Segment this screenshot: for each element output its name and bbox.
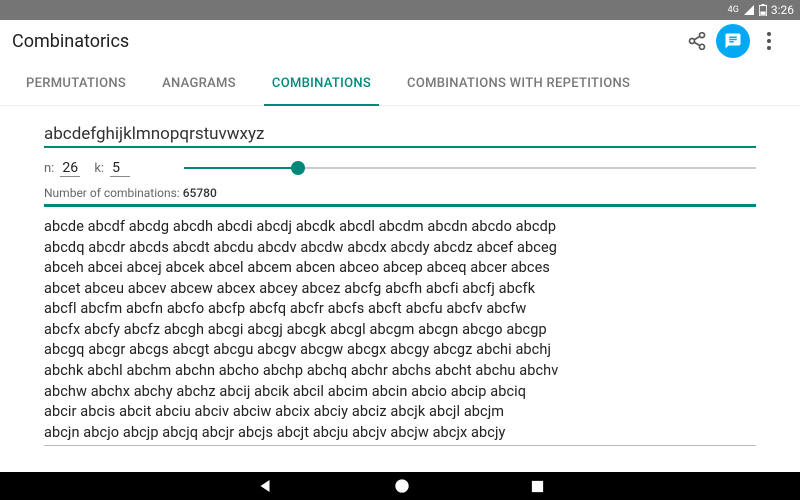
count-row: Number of combinations: 65780 xyxy=(44,186,756,207)
tab-anagrams[interactable]: ANAGRAMS xyxy=(144,62,254,106)
n-label: n: xyxy=(44,161,54,176)
battery-icon xyxy=(759,4,767,16)
network-indicator: 4G xyxy=(728,5,739,15)
clock: 3:26 xyxy=(771,3,794,17)
tab-permutations[interactable]: PERMUTATIONS xyxy=(8,62,144,106)
more-vert-icon xyxy=(767,32,771,50)
overflow-menu-button[interactable] xyxy=(750,22,788,60)
android-status-bar: 4G 3:26 xyxy=(0,0,800,20)
tab-combinations[interactable]: COMBINATIONS xyxy=(254,62,389,106)
app-title: Combinatorics xyxy=(12,31,678,52)
tab-combinations-repetitions[interactable]: COMBINATIONS WITH REPETITIONS xyxy=(389,62,648,106)
home-button[interactable] xyxy=(394,478,410,494)
back-button[interactable] xyxy=(256,477,274,495)
android-nav-bar xyxy=(0,472,800,500)
alphabet-input[interactable]: abcdefghijklmnopqrstuvwxyz xyxy=(44,120,756,148)
slider-thumb[interactable] xyxy=(291,161,305,175)
notes-button[interactable] xyxy=(716,24,750,58)
count-label: Number of combinations: xyxy=(44,186,180,200)
k-label: k: xyxy=(94,161,104,176)
signal-icon xyxy=(743,4,755,16)
params-row: n: 26 k: 5 xyxy=(44,158,756,178)
count-value: 65780 xyxy=(183,186,217,200)
k-field[interactable]: 5 xyxy=(110,160,130,177)
recents-button[interactable] xyxy=(530,479,545,494)
share-icon xyxy=(687,31,707,51)
app-bar: Combinatorics xyxy=(0,20,800,62)
notes-icon xyxy=(724,32,742,50)
k-slider[interactable] xyxy=(184,158,756,178)
share-button[interactable] xyxy=(678,22,716,60)
slider-track xyxy=(184,167,756,169)
tab-bar: PERMUTATIONS ANAGRAMS COMBINATIONS COMBI… xyxy=(0,62,800,106)
slider-fill xyxy=(184,167,298,169)
n-field[interactable]: 26 xyxy=(60,160,80,177)
results-list: abcde abcdf abcdg abcdh abcdi abcdj abcd… xyxy=(44,207,756,443)
